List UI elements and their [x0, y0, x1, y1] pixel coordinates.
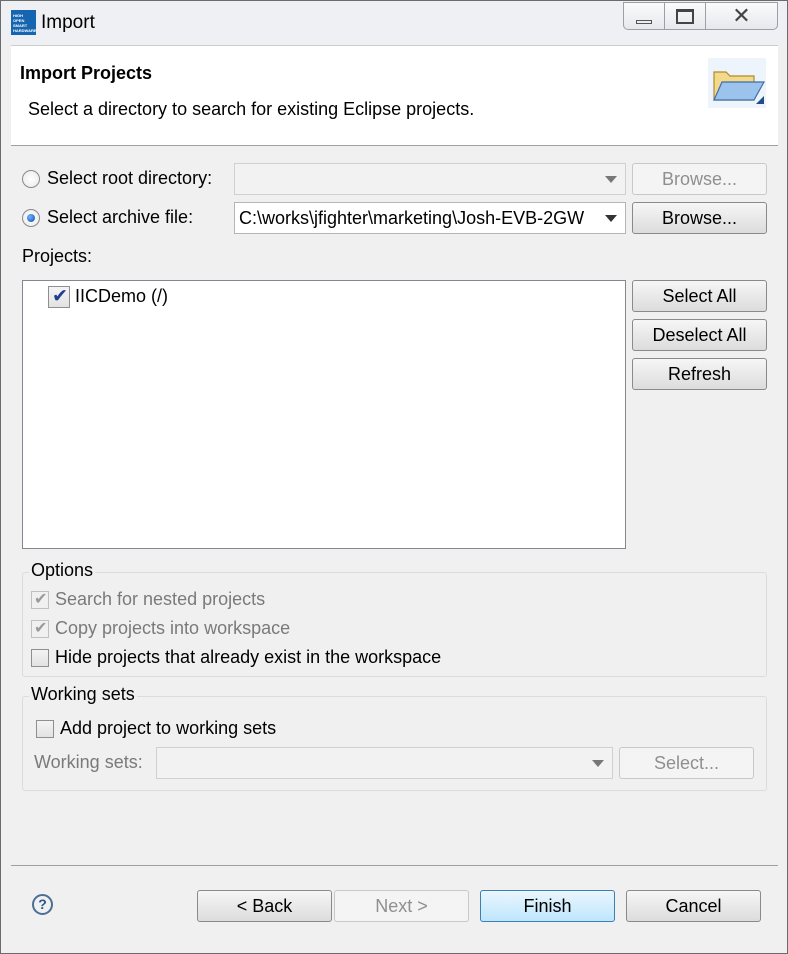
nested-projects-checkbox[interactable] [31, 589, 49, 609]
copy-projects-checkbox[interactable] [31, 618, 49, 638]
next-button[interactable]: Next > [334, 890, 469, 922]
root-directory-combo[interactable] [234, 163, 626, 195]
window-title: Import [41, 12, 95, 33]
wizard-header: Import Projects Select a directory to se… [11, 45, 778, 146]
import-dialog: HIGH OPEN SMART HARDWARE Import ✕ Import… [0, 0, 788, 954]
list-item[interactable]: IICDemo (/) [75, 286, 168, 307]
root-directory-radio[interactable] [22, 170, 40, 188]
help-icon[interactable]: ? [32, 894, 53, 915]
title-bar[interactable]: HIGH OPEN SMART HARDWARE Import ✕ [1, 1, 787, 45]
back-button[interactable]: < Back [197, 890, 332, 922]
page-title: Import Projects [20, 63, 153, 83]
projects-label: Projects: [22, 246, 93, 266]
chevron-down-icon [592, 760, 604, 767]
projects-list[interactable]: IICDemo (/) [22, 280, 626, 549]
archive-file-combo[interactable]: C:\works\jfighter\marketing\Josh-EVB-2GW [234, 202, 626, 234]
working-sets-title: Working sets [29, 684, 137, 705]
hide-existing-label: Hide projects that already exist in the … [55, 647, 442, 667]
cancel-button[interactable]: Cancel [626, 890, 761, 922]
minimize-icon [636, 20, 652, 24]
options-title: Options [29, 560, 96, 581]
root-directory-label: Select root directory: [47, 168, 213, 188]
open-folder-icon [708, 58, 766, 108]
chevron-down-icon [605, 215, 617, 222]
nested-projects-label: Search for nested projects [55, 589, 266, 609]
chevron-down-icon [605, 176, 617, 183]
page-description: Select a directory to search for existin… [28, 99, 475, 119]
close-button[interactable]: ✕ [705, 2, 778, 30]
select-working-sets-button[interactable]: Select... [619, 747, 754, 779]
add-to-working-sets-label: Add project to working sets [60, 718, 277, 738]
app-icon: HIGH OPEN SMART HARDWARE [11, 10, 37, 35]
maximize-icon [676, 8, 694, 24]
close-icon: ✕ [732, 3, 751, 28]
maximize-button[interactable] [664, 2, 706, 30]
project-checkbox[interactable] [48, 285, 70, 308]
refresh-button[interactable]: Refresh [632, 358, 767, 390]
archive-file-radio[interactable] [22, 209, 40, 227]
add-to-working-sets-checkbox[interactable] [36, 720, 54, 738]
working-sets-combo[interactable] [156, 747, 613, 779]
minimize-button[interactable] [623, 2, 665, 30]
working-sets-label: Working sets: [34, 752, 143, 772]
deselect-all-button[interactable]: Deselect All [632, 319, 767, 351]
archive-file-label: Select archive file: [47, 207, 194, 227]
copy-projects-label: Copy projects into workspace [55, 618, 291, 638]
browse-root-button[interactable]: Browse... [632, 163, 767, 195]
select-all-button[interactable]: Select All [632, 280, 767, 312]
finish-button[interactable]: Finish [480, 890, 615, 922]
footer-separator [11, 865, 778, 866]
browse-archive-button[interactable]: Browse... [632, 202, 767, 234]
hide-existing-checkbox[interactable] [31, 649, 49, 667]
